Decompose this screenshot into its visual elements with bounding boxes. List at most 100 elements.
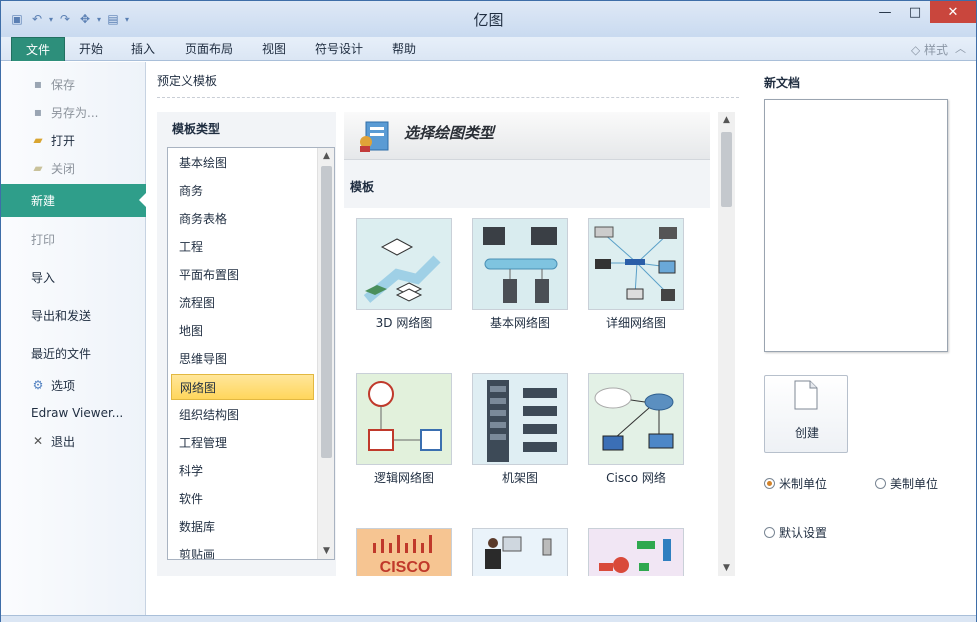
list-item[interactable]: 科学 (171, 458, 314, 484)
list-item[interactable]: 剪贴画 (171, 542, 314, 559)
tab-home[interactable]: 开始 (69, 37, 113, 61)
ribbon-tabs: 文件 开始 插入 页面布局 视图 符号设计 帮助 ◇ 样式 ︿ (1, 37, 976, 61)
nav-save[interactable]: ▪ 保存 (1, 72, 146, 96)
template-thumb-colorful-network[interactable] (588, 528, 684, 576)
template-label: Cisco 网络 (606, 471, 666, 485)
radio-unselected-icon (875, 478, 886, 489)
tab-help[interactable]: 帮助 (383, 37, 425, 61)
metric-units-label: 米制单位 (779, 477, 828, 491)
scroll-up-icon[interactable]: ▲ (718, 115, 735, 125)
list-item[interactable]: 商务表格 (171, 206, 314, 232)
template-thumb-cisco-network[interactable] (588, 373, 684, 465)
document-preview (764, 99, 948, 352)
divider (157, 97, 739, 98)
list-item[interactable]: 工程 (171, 234, 314, 260)
template-gallery: 选择绘图类型 模板 3D 网络图 基本网络图 详细网络图 逻辑网络图 机架图 C… (344, 112, 710, 576)
list-item[interactable]: 软件 (171, 486, 314, 512)
nav-export-send-label: 导出和发送 (31, 308, 92, 323)
list-item[interactable]: 工程管理 (171, 430, 314, 456)
template-thumb-logical-network[interactable] (356, 373, 452, 465)
nav-close-label: 关闭 (51, 161, 76, 176)
list-item[interactable]: 平面布置图 (171, 262, 314, 288)
list-item-selected[interactable]: 网络图 (171, 374, 314, 400)
people-network-thumbnail (473, 529, 567, 576)
template-thumb-basic-network[interactable] (472, 218, 568, 310)
nav-close[interactable]: ▰ 关闭 (1, 156, 146, 180)
template-thumb-people-network[interactable] (472, 528, 568, 576)
scroll-down-icon[interactable]: ▼ (318, 546, 334, 556)
nav-edraw-viewer[interactable]: Edraw Viewer... (1, 401, 146, 425)
open-folder-icon: ▰ (33, 133, 43, 147)
template-grid: 3D 网络图 基本网络图 详细网络图 逻辑网络图 机架图 Cisco 网络 CI… (344, 208, 710, 576)
template-label: 详细网络图 (605, 316, 666, 330)
list-item[interactable]: 流程图 (171, 290, 314, 316)
predefined-templates-heading: 预定义模板 (157, 74, 218, 88)
templates-heading: 模板 (350, 180, 375, 194)
gallery-scrollbar[interactable]: ▲ ▼ (718, 112, 735, 576)
nav-import-label: 导入 (31, 270, 56, 285)
close-button[interactable]: ✕ (930, 1, 976, 23)
options-icon: ⚙ (32, 378, 44, 392)
default-settings-radio[interactable]: 默认设置 (764, 524, 827, 541)
nav-print[interactable]: 打印 (1, 227, 146, 251)
scroll-up-icon[interactable]: ▲ (318, 151, 334, 161)
tab-page-layout[interactable]: 页面布局 (177, 37, 241, 61)
nav-import[interactable]: 导入 (1, 265, 146, 289)
nav-open-label: 打开 (51, 133, 76, 148)
list-item[interactable]: 数据库 (171, 514, 314, 540)
new-document-heading: 新文档 (764, 76, 801, 90)
tab-file[interactable]: 文件 (11, 37, 65, 61)
list-item[interactable]: 组织结构图 (171, 402, 314, 428)
template-thumb-rack[interactable] (472, 373, 568, 465)
tab-symbol-design[interactable]: 符号设计 (307, 37, 371, 61)
window-bottom-border (1, 615, 976, 622)
save-as-icon: ▪ (33, 105, 43, 119)
create-button[interactable]: 创建 (764, 375, 848, 453)
nav-exit-label: 退出 (51, 434, 76, 449)
detailed-network-thumbnail (589, 219, 683, 309)
list-item[interactable]: 基本绘图 (171, 150, 314, 176)
tab-insert[interactable]: 插入 (121, 37, 165, 61)
cisco-network-thumbnail (589, 374, 683, 464)
save-icon: ▪ (33, 77, 43, 91)
list-item[interactable]: 地图 (171, 318, 314, 344)
template-thumb-3d-network[interactable] (356, 218, 452, 310)
nav-open[interactable]: ▰ 打开 (1, 128, 146, 152)
nav-new[interactable]: 新建 (1, 184, 147, 217)
style-menu[interactable]: ◇ 样式 (911, 41, 948, 58)
tab-view[interactable]: 视图 (253, 37, 295, 61)
logical-network-thumbnail (357, 374, 451, 464)
category-scrollbar[interactable]: ▲ ▼ (317, 148, 334, 559)
template-thumb-detailed-network[interactable] (588, 218, 684, 310)
category-heading: 模板类型 (172, 122, 221, 136)
nav-options[interactable]: ⚙ 选项 (1, 373, 146, 397)
ribbon-collapse-icon[interactable]: ︿ (955, 40, 966, 56)
active-indicator (139, 192, 147, 208)
category-list[interactable]: 基本绘图 商务 商务表格 工程 平面布置图 流程图 地图 思维导图 网络图 组织… (167, 147, 335, 560)
minimize-button[interactable]: — (870, 1, 900, 23)
style-icon: ◇ (910, 43, 924, 57)
scroll-thumb[interactable] (321, 166, 332, 458)
nav-print-label: 打印 (31, 232, 56, 247)
scroll-down-icon[interactable]: ▼ (718, 563, 735, 573)
style-label: 样式 (923, 43, 948, 57)
nav-recent-files[interactable]: 最近的文件 (1, 341, 146, 365)
list-item[interactable]: 思维导图 (171, 346, 314, 372)
nav-save-label: 保存 (51, 77, 76, 92)
nav-export-send[interactable]: 导出和发送 (1, 303, 146, 327)
imperial-units-radio[interactable]: 美制单位 (875, 475, 938, 492)
list-item[interactable]: 商务 (171, 178, 314, 204)
new-document-panel: 新文档 创建 米制单位 美制单位 默认设置 (751, 62, 976, 615)
nav-exit[interactable]: ✕ 退出 (1, 429, 146, 453)
radio-unselected-icon (764, 527, 775, 538)
drawing-type-icon (360, 121, 389, 152)
template-label: 基本网络图 (489, 316, 550, 330)
nav-options-label: 选项 (51, 378, 76, 393)
gallery-banner: 选择绘图类型 (344, 112, 710, 160)
scroll-thumb[interactable] (721, 132, 732, 207)
metric-units-radio[interactable]: 米制单位 (764, 475, 827, 492)
nav-save-as[interactable]: ▪ 另存为... (1, 100, 146, 124)
window-controls: — □ ✕ (870, 1, 976, 23)
template-thumb-cisco[interactable]: CISCO (356, 528, 452, 576)
maximize-button[interactable]: □ (900, 1, 930, 23)
